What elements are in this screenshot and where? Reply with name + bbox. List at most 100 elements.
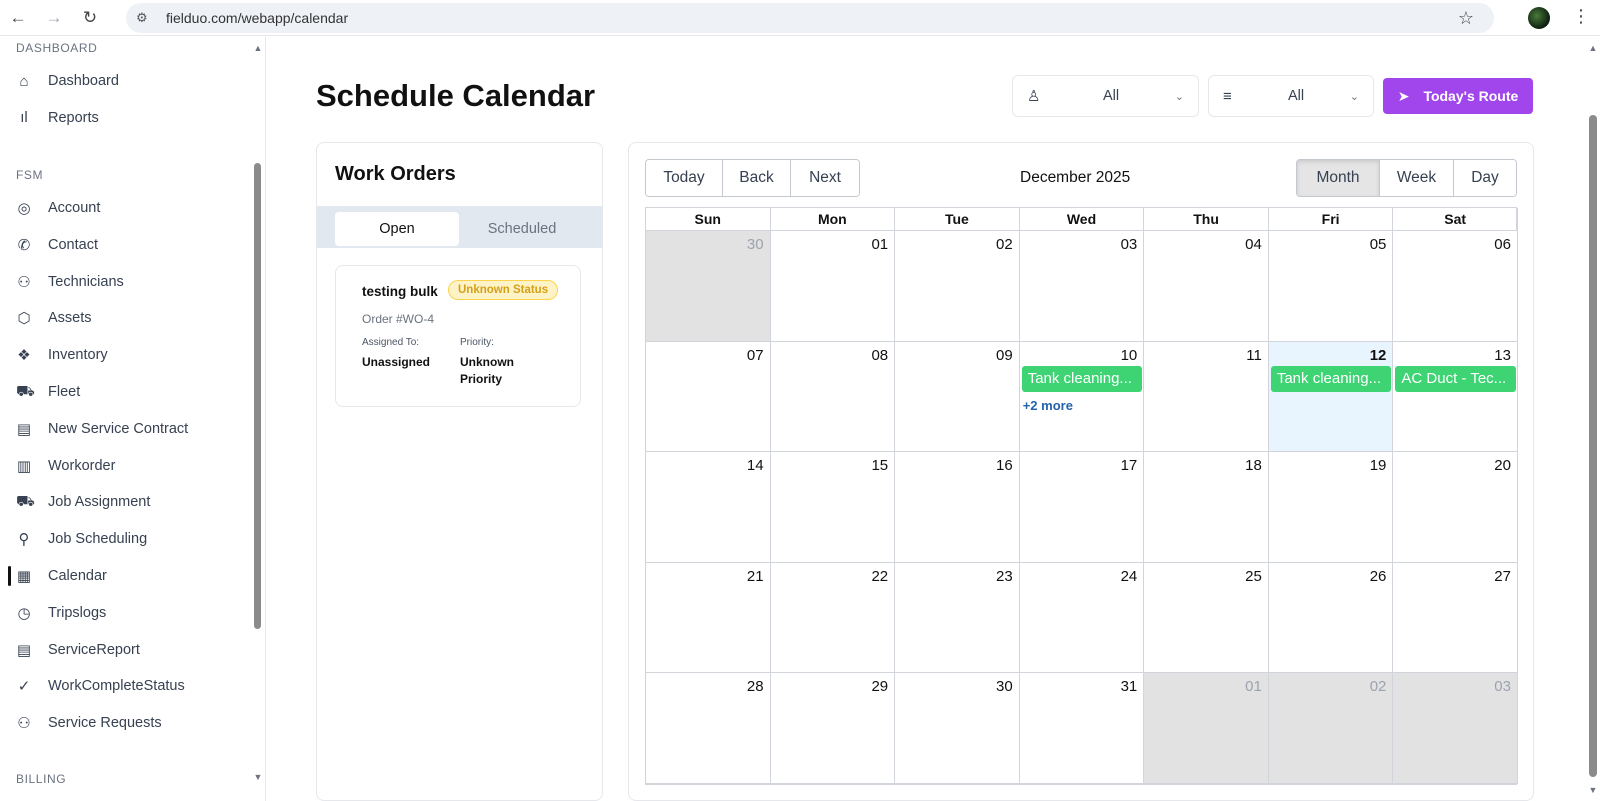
day-cell[interactable]: 17 <box>1019 452 1145 563</box>
day-number[interactable]: 28 <box>747 678 764 695</box>
sidebar-item-workorder[interactable]: ▥ Workorder <box>0 451 250 481</box>
day-cell[interactable]: 03 <box>1393 673 1518 784</box>
day-number[interactable]: 11 <box>1246 347 1262 364</box>
day-cell[interactable]: 15 <box>770 452 896 563</box>
day-number[interactable]: 15 <box>871 457 888 474</box>
day-number[interactable]: 07 <box>747 347 764 364</box>
day-number[interactable]: 02 <box>996 236 1013 253</box>
sidebar-item-reports[interactable]: ıl Reports <box>0 103 250 133</box>
sidebar-item-contact[interactable]: ✆ Contact <box>0 230 250 260</box>
day-number[interactable]: 13 <box>1494 347 1511 364</box>
day-number[interactable]: 01 <box>1245 678 1262 695</box>
day-number[interactable]: 17 <box>1121 457 1138 474</box>
day-cell[interactable]: 04 <box>1144 231 1269 342</box>
day-number[interactable]: 14 <box>747 457 764 474</box>
day-number[interactable]: 23 <box>996 568 1013 585</box>
day-number[interactable]: 02 <box>1370 678 1387 695</box>
status-filter-select[interactable]: ≡ All ⌄ <box>1208 75 1374 117</box>
day-cell[interactable]: 20 <box>1393 452 1518 563</box>
sidebar-item-service-requests[interactable]: ⚇ Service Requests <box>0 708 250 738</box>
day-cell[interactable]: 24 <box>1019 562 1145 674</box>
day-number[interactable]: 26 <box>1370 568 1387 585</box>
calendar-event[interactable]: Tank cleaning... <box>1021 365 1143 392</box>
scroll-up-icon[interactable]: ▲ <box>1586 43 1600 53</box>
profile-avatar[interactable] <box>1528 7 1550 29</box>
calendar-event[interactable]: Tank cleaning... <box>1270 365 1392 392</box>
day-cell[interactable]: 31 <box>1019 673 1145 784</box>
day-number[interactable]: 09 <box>996 347 1013 364</box>
technician-filter-select[interactable]: ♙ All ⌄ <box>1012 75 1199 117</box>
sidebar-item-tripslogs[interactable]: ◷ Tripslogs <box>0 598 250 628</box>
browser-menu-icon[interactable]: ⋮ <box>1572 6 1590 27</box>
day-cell[interactable]: 03 <box>1019 231 1145 342</box>
sidebar-item-servicereport[interactable]: ▤ ServiceReport <box>0 635 250 665</box>
day-cell[interactable]: 01 <box>770 231 896 342</box>
day-number[interactable]: 21 <box>747 568 764 585</box>
today-button[interactable]: Today <box>646 160 723 196</box>
day-number[interactable]: 30 <box>747 236 764 253</box>
day-cell[interactable]: 02 <box>1268 673 1394 784</box>
todays-route-button[interactable]: ➤ Today's Route <box>1383 78 1533 114</box>
day-view-button[interactable]: Day <box>1454 160 1516 196</box>
back-button[interactable]: Back <box>723 160 791 196</box>
work-order-card[interactable]: testing bulk Unknown Status Order #WO-4 … <box>335 265 581 407</box>
page-scrollbar[interactable]: ▲ ▼ <box>1586 37 1600 801</box>
day-cell[interactable]: 08 <box>770 341 896 453</box>
day-number[interactable]: 29 <box>871 678 888 695</box>
sidebar-item-new-service-contract[interactable]: ▤ New Service Contract <box>0 414 250 444</box>
day-number[interactable]: 20 <box>1494 457 1511 474</box>
day-number[interactable]: 12 <box>1370 347 1387 364</box>
sidebar-item-inventory[interactable]: ❖ Inventory <box>0 340 250 370</box>
reload-icon[interactable]: ↻ <box>72 0 108 36</box>
day-number[interactable]: 27 <box>1494 568 1511 585</box>
day-number[interactable]: 31 <box>1121 678 1138 695</box>
day-cell[interactable]: 13 AC Duct - Tec... <box>1393 341 1518 453</box>
sidebar-scroll-thumb[interactable] <box>254 163 261 629</box>
month-view-button[interactable]: Month <box>1297 160 1380 196</box>
day-cell[interactable]: 19 <box>1268 452 1394 563</box>
more-events-link[interactable]: +2 more <box>1023 398 1073 413</box>
url-text[interactable]: fielduo.com/webapp/calendar <box>166 10 348 26</box>
sidebar-item-account[interactable]: ◎ Account <box>0 193 250 223</box>
day-cell[interactable]: 09 <box>895 341 1020 453</box>
sidebar-scrollbar[interactable]: ▲ ▼ <box>252 37 264 801</box>
bookmark-star-icon[interactable]: ☆ <box>1458 8 1474 29</box>
tab-open[interactable]: Open <box>335 212 459 246</box>
day-cell[interactable]: 16 <box>895 452 1020 563</box>
scroll-down-icon[interactable]: ▼ <box>252 772 264 782</box>
day-cell[interactable]: 11 <box>1144 341 1269 453</box>
day-number[interactable]: 18 <box>1245 457 1262 474</box>
sidebar-item-workcompletestatus[interactable]: ✓ WorkCompleteStatus <box>0 671 250 701</box>
page-scroll-thumb[interactable] <box>1589 115 1597 777</box>
scroll-up-icon[interactable]: ▲ <box>252 43 264 53</box>
sidebar-item-fleet[interactable]: ⛟ Fleet <box>0 377 250 407</box>
day-number[interactable]: 30 <box>996 678 1013 695</box>
day-cell[interactable]: 02 <box>895 231 1020 342</box>
day-cell[interactable]: 12 Tank cleaning... <box>1268 341 1394 453</box>
day-cell[interactable]: 14 <box>646 452 771 563</box>
day-cell[interactable]: 10 Tank cleaning... +2 more <box>1019 341 1145 453</box>
scroll-down-icon[interactable]: ▼ <box>1586 785 1600 795</box>
day-cell[interactable]: 26 <box>1268 562 1394 674</box>
day-cell[interactable]: 22 <box>770 562 896 674</box>
sidebar-item-job-assignment[interactable]: ⛟ Job Assignment <box>0 487 250 517</box>
forward-icon[interactable]: → <box>36 0 72 36</box>
day-number[interactable]: 22 <box>871 568 888 585</box>
day-number[interactable]: 19 <box>1370 457 1387 474</box>
sidebar-item-job-scheduling[interactable]: ⚲ Job Scheduling <box>0 524 250 554</box>
day-number[interactable]: 25 <box>1245 568 1262 585</box>
day-cell[interactable]: 23 <box>895 562 1020 674</box>
day-cell[interactable]: 21 <box>646 562 771 674</box>
day-number[interactable]: 16 <box>996 457 1013 474</box>
day-number[interactable]: 04 <box>1245 236 1262 253</box>
day-cell[interactable]: 25 <box>1144 562 1269 674</box>
week-view-button[interactable]: Week <box>1380 160 1454 196</box>
day-number[interactable]: 01 <box>871 236 888 253</box>
day-cell[interactable]: 07 <box>646 341 771 453</box>
sidebar-item-technicians[interactable]: ⚇ Technicians <box>0 267 250 297</box>
day-number[interactable]: 05 <box>1370 236 1387 253</box>
calendar-event[interactable]: AC Duct - Tec... <box>1395 365 1516 392</box>
sidebar-item-calendar[interactable]: ▦ Calendar <box>0 561 250 591</box>
sidebar-item-assets[interactable]: ⬡ Assets <box>0 303 250 333</box>
day-number[interactable]: 06 <box>1494 236 1511 253</box>
